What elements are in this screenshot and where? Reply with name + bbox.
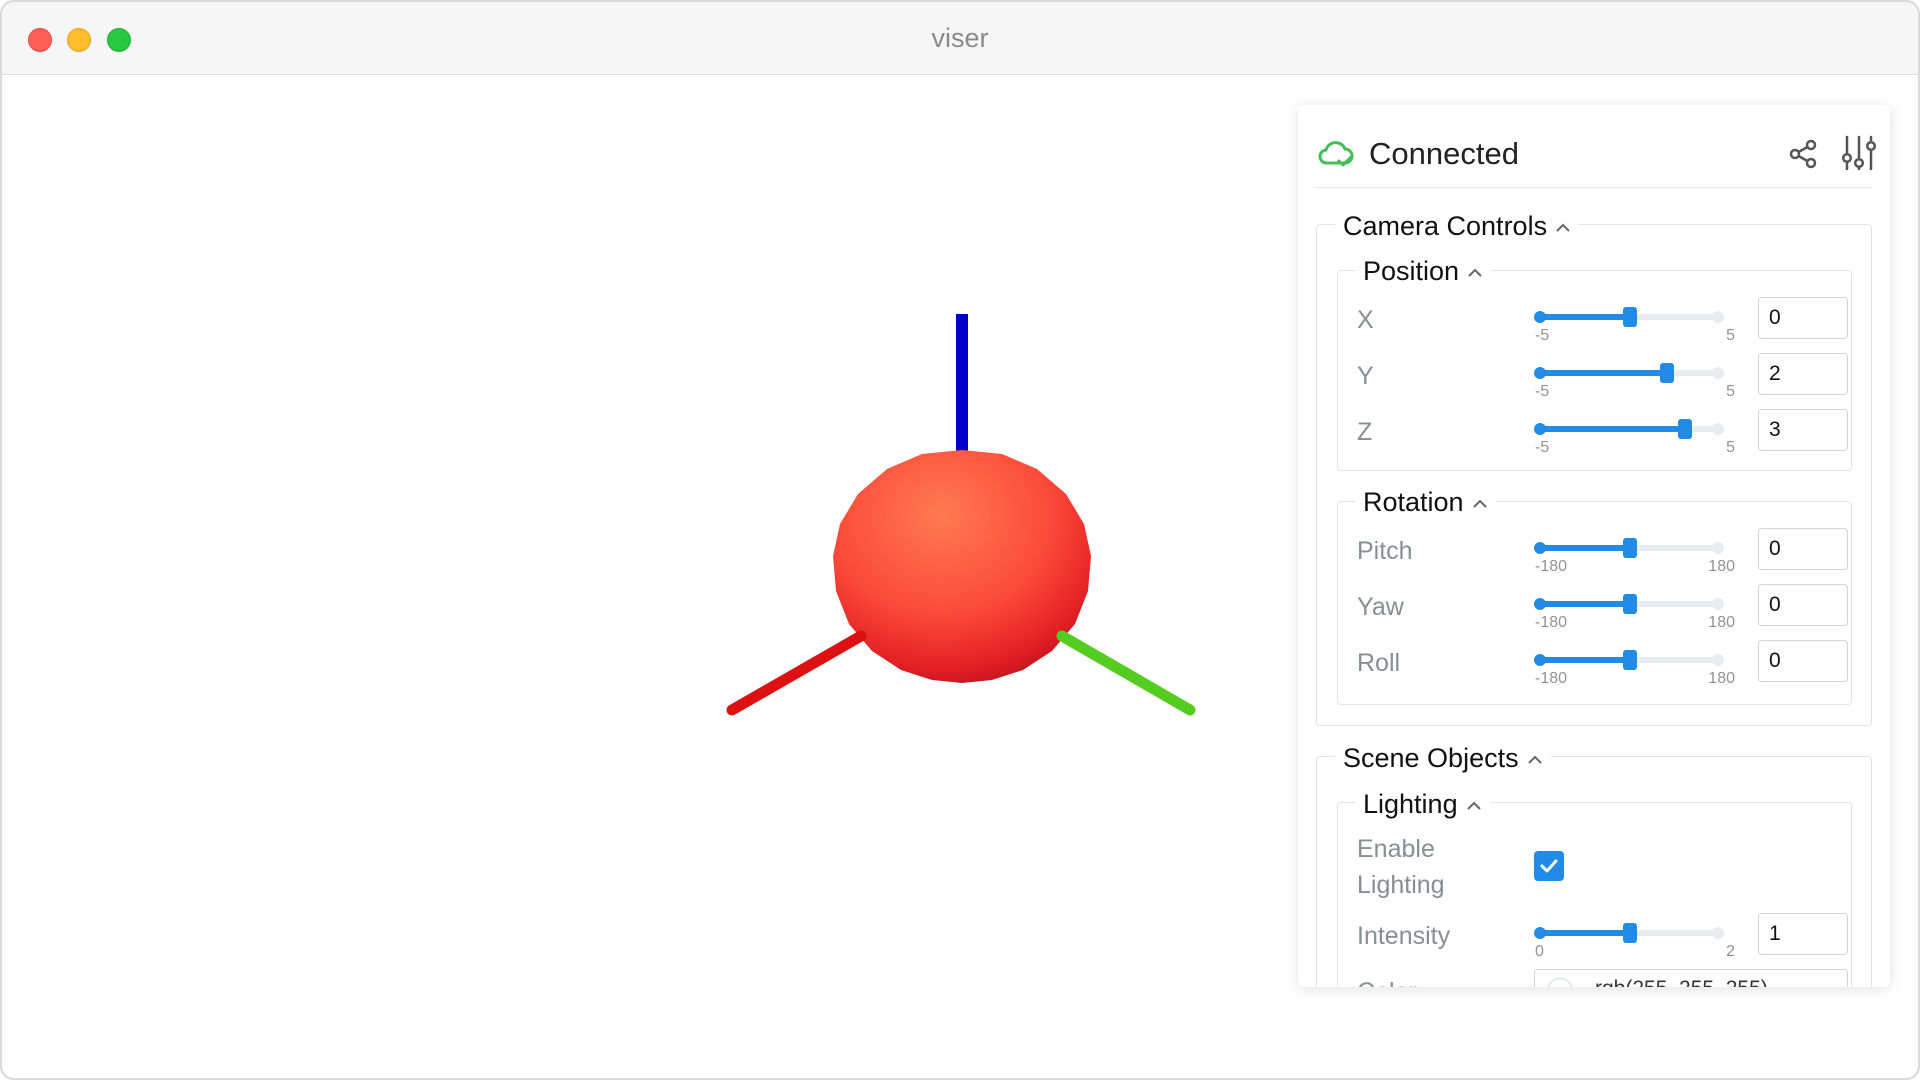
slider-min-label: -5 <box>1535 383 1550 400</box>
row-label: Yaw <box>1357 593 1404 621</box>
position-x-input[interactable]: 0 <box>1758 297 1848 339</box>
intensity-row: Intensity 0 2 1 <box>1357 913 1848 961</box>
position-y-input[interactable]: 2 <box>1758 353 1848 395</box>
position-title: Position <box>1363 256 1460 286</box>
control-panel: Connected Camera Controls Position X -5 … <box>1298 105 1890 987</box>
intensity-label: Intensity <box>1357 922 1451 950</box>
title-bar: viser <box>2 2 1918 75</box>
intensity-input[interactable]: 1 <box>1758 913 1848 955</box>
slider-min-label: -180 <box>1535 670 1568 687</box>
slider-thumb[interactable] <box>1659 363 1674 383</box>
sphere <box>833 450 1091 683</box>
enable-lighting-row: Enable Lighting <box>1357 827 1847 899</box>
slider-min-label: -180 <box>1535 614 1568 631</box>
position-z-row: Z -5 5 3 <box>1357 409 1848 457</box>
slider-thumb[interactable] <box>1623 538 1637 558</box>
slider-thumb[interactable] <box>1623 650 1637 670</box>
enable-lighting-checkbox[interactable] <box>1534 851 1564 881</box>
position-y-row: Y -5 5 2 <box>1357 353 1848 401</box>
slider-thumb[interactable] <box>1623 923 1637 943</box>
position-header[interactable]: Position <box>1355 254 1492 288</box>
chevron-up-icon[interactable] <box>1466 801 1482 811</box>
position-y-slider[interactable] <box>1534 363 1724 383</box>
position-z-input[interactable]: 3 <box>1758 409 1848 451</box>
row-label: Z <box>1357 418 1373 446</box>
yaw-input[interactable]: 0 <box>1758 584 1848 626</box>
intensity-slider[interactable] <box>1534 923 1724 943</box>
color-value: rgb(255, 255, 255) <box>1595 977 1768 987</box>
slider-min-label: -5 <box>1535 327 1550 344</box>
slider-thumb[interactable] <box>1678 419 1693 439</box>
color-label: Color <box>1357 977 1417 987</box>
check-icon <box>1540 859 1558 873</box>
lighting-header[interactable]: Lighting <box>1355 787 1490 821</box>
slider-max-label: 5 <box>1726 383 1735 400</box>
yaw-slider[interactable] <box>1534 594 1724 614</box>
camera-controls-title: Camera Controls <box>1343 211 1548 241</box>
color-input[interactable]: rgb(255, 255, 255) <box>1534 969 1848 987</box>
panel-header: Connected <box>1316 123 1877 188</box>
rotation-roll-row: Roll -180 180 0 <box>1357 640 1848 688</box>
share-icon[interactable] <box>1788 139 1818 169</box>
window-title: viser <box>931 23 989 53</box>
position-x-slider[interactable] <box>1534 307 1724 327</box>
rotation-header[interactable]: Rotation <box>1355 485 1496 519</box>
slider-max-label: 180 <box>1708 670 1735 687</box>
chevron-up-icon[interactable] <box>1555 223 1571 233</box>
pitch-input[interactable]: 0 <box>1758 528 1848 570</box>
lighting-title: Lighting <box>1363 789 1458 819</box>
scene-objects-header[interactable]: Scene Objects <box>1335 741 1551 775</box>
rotation-pitch-row: Pitch -180 180 0 <box>1357 528 1848 576</box>
row-label: Pitch <box>1357 537 1413 565</box>
enable-lighting-label: Enable Lighting <box>1357 835 1445 899</box>
position-z-slider[interactable] <box>1534 419 1724 439</box>
camera-controls-header[interactable]: Camera Controls <box>1335 209 1580 243</box>
row-label: Roll <box>1357 649 1401 677</box>
adjustments-icon[interactable] <box>1840 133 1878 173</box>
color-swatch[interactable] <box>1547 978 1573 987</box>
rotation-yaw-row: Yaw -180 180 0 <box>1357 584 1848 632</box>
roll-input[interactable]: 0 <box>1758 640 1848 682</box>
scene-objects-title: Scene Objects <box>1343 743 1519 773</box>
chevron-up-icon[interactable] <box>1472 499 1488 509</box>
slider-max-label: 5 <box>1726 327 1735 344</box>
x-axis <box>726 630 867 716</box>
slider-max-label: 2 <box>1726 943 1735 960</box>
slider-min-label: -180 <box>1535 558 1568 575</box>
slider-max-label: 180 <box>1708 614 1735 631</box>
slider-min-label: -5 <box>1535 439 1550 456</box>
color-row: Color rgb(255, 255, 255) <box>1357 969 1848 987</box>
cloud-check-icon <box>1318 141 1354 167</box>
slider-max-label: 5 <box>1726 439 1735 456</box>
position-x-row: X -5 5 0 <box>1357 297 1848 345</box>
row-label: X <box>1357 306 1374 334</box>
y-axis <box>1056 630 1196 716</box>
rotation-title: Rotation <box>1363 487 1464 517</box>
chevron-up-icon[interactable] <box>1527 755 1543 765</box>
row-label: Y <box>1357 362 1374 390</box>
slider-thumb[interactable] <box>1623 307 1637 327</box>
slider-thumb[interactable] <box>1623 594 1637 614</box>
slider-max-label: 180 <box>1708 558 1735 575</box>
chevron-up-icon[interactable] <box>1467 268 1483 278</box>
roll-slider[interactable] <box>1534 650 1724 670</box>
slider-min-label: 0 <box>1535 943 1544 960</box>
connection-status: Connected <box>1369 136 1519 171</box>
pitch-slider[interactable] <box>1534 538 1724 558</box>
app-window: viser Connected Camera Controls Position… <box>0 0 1920 1080</box>
